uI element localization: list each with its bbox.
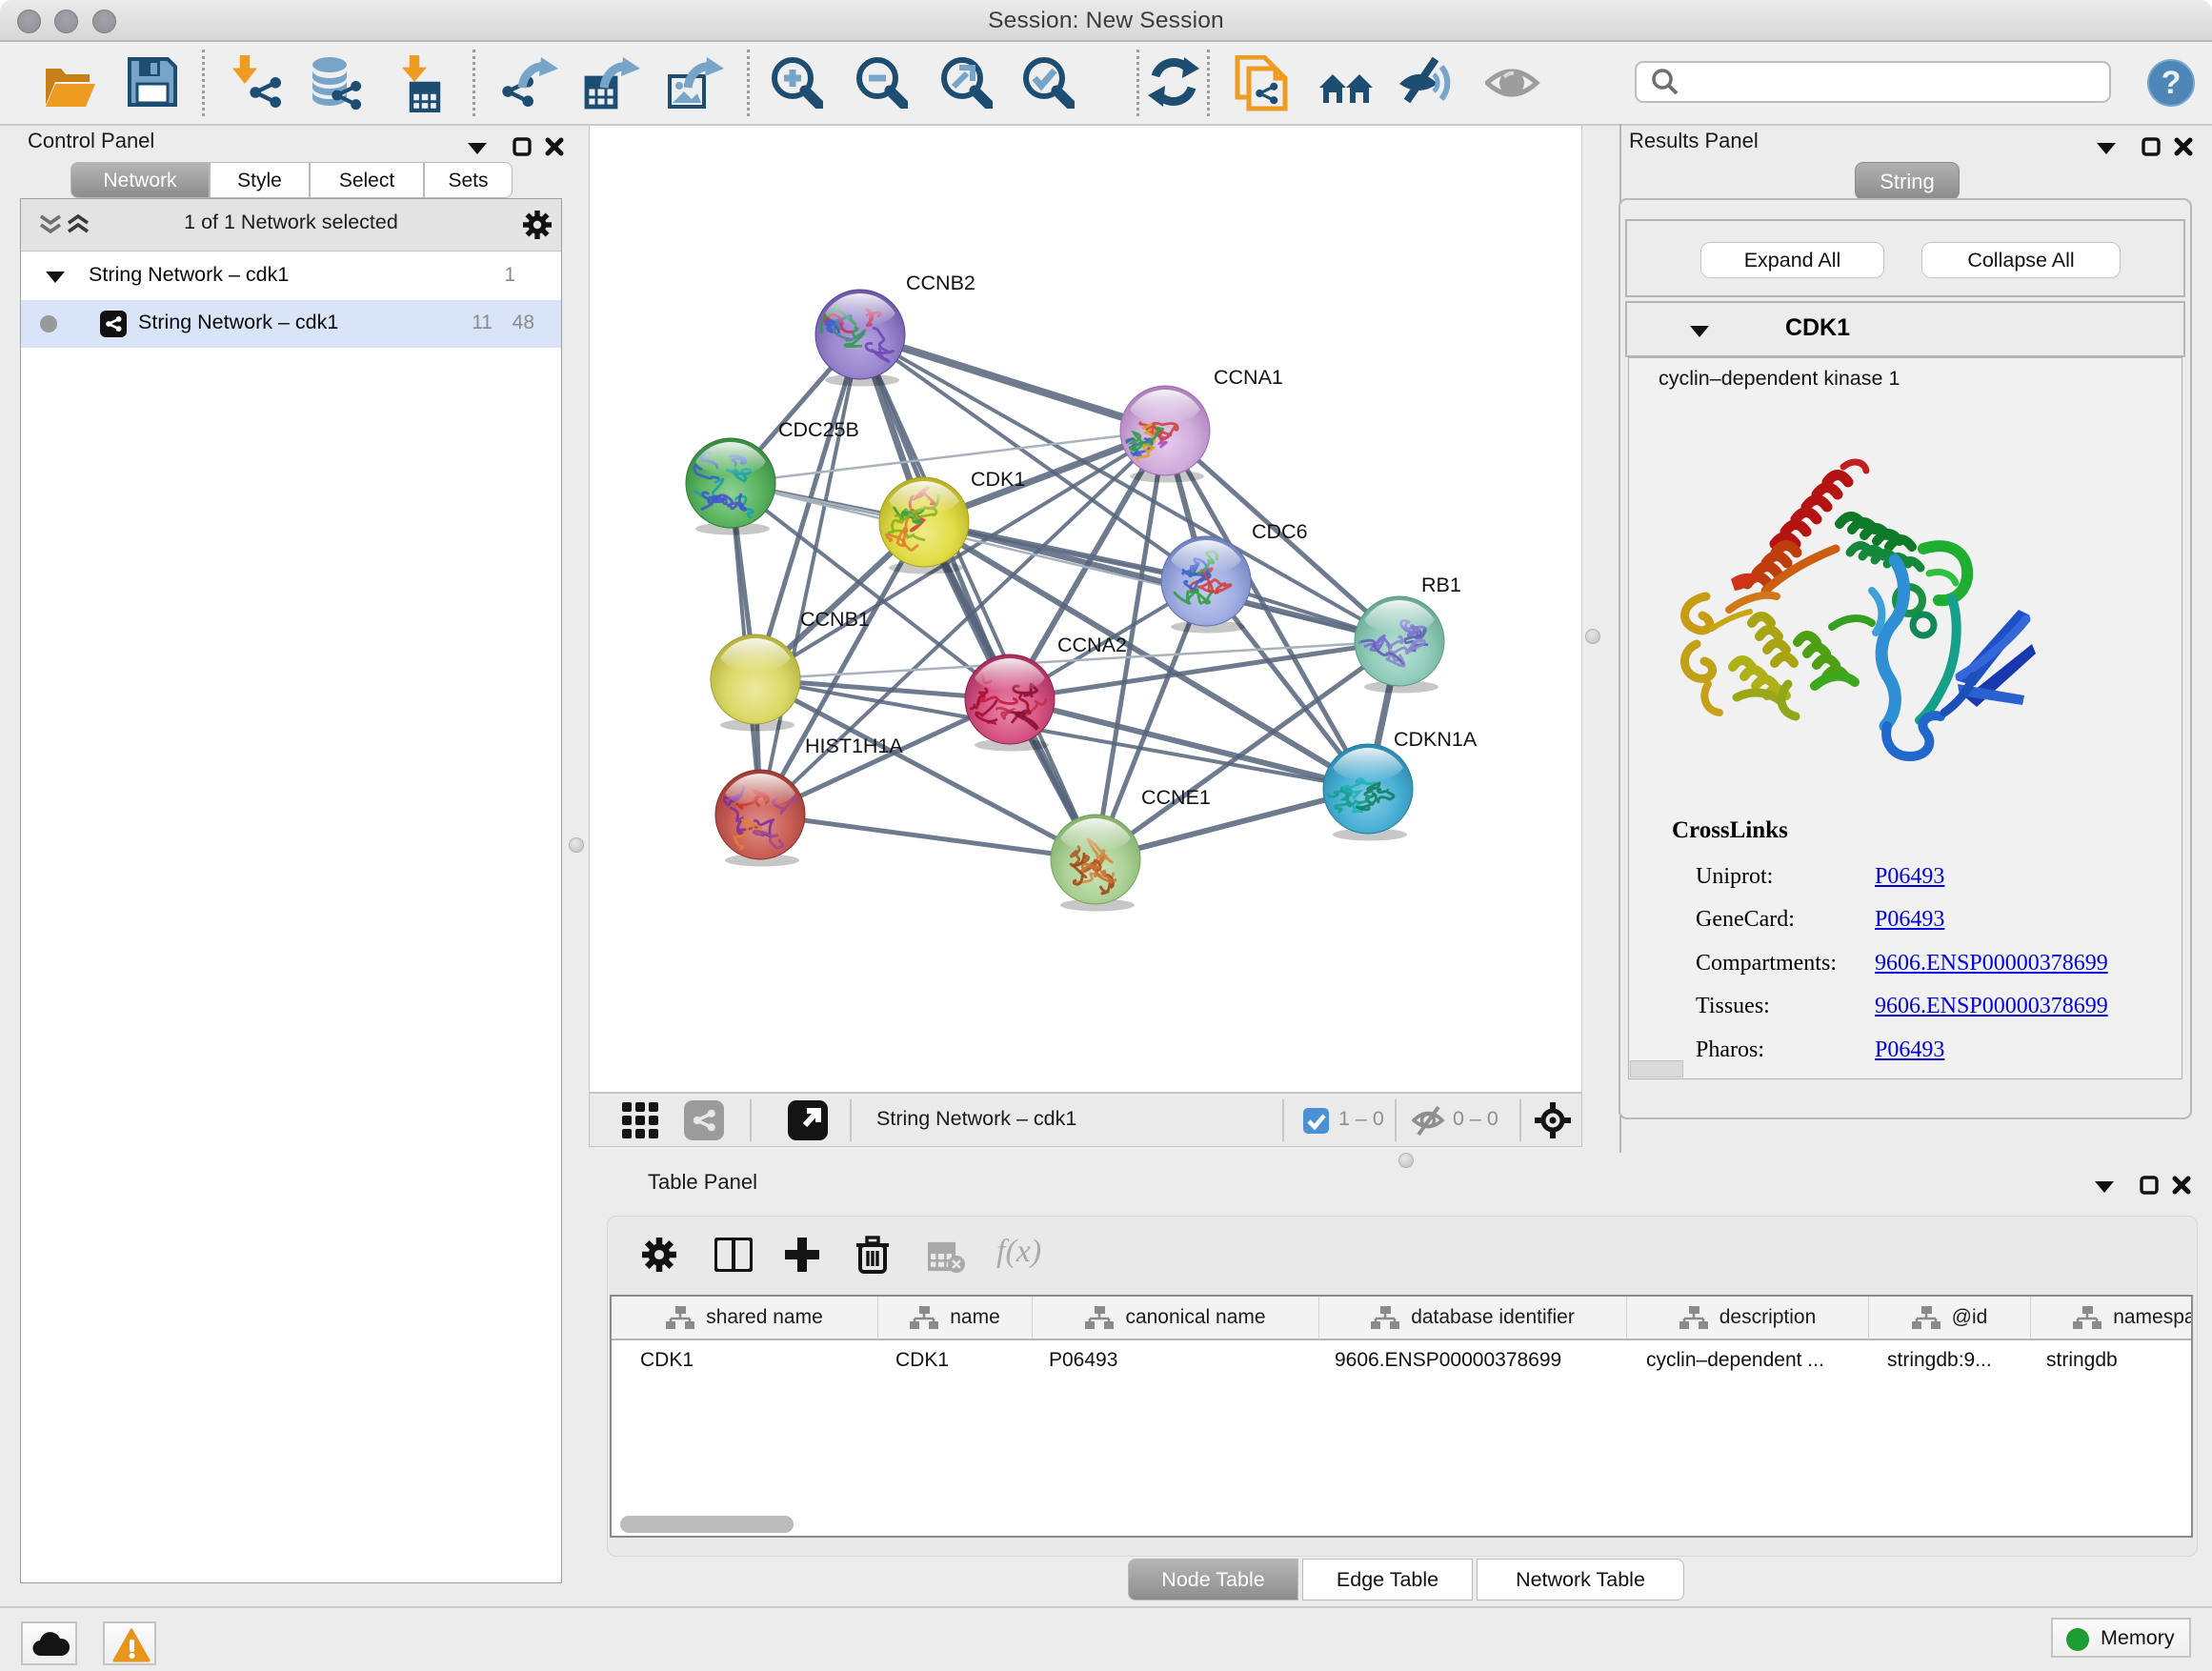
svg-text:HIST1H1A: HIST1H1A	[805, 735, 903, 757]
svg-text:CCNA2: CCNA2	[1057, 634, 1127, 656]
svg-text:CCNB2: CCNB2	[906, 272, 975, 294]
svg-text:CDK1: CDK1	[971, 468, 1025, 491]
svg-text:CDC6: CDC6	[1252, 520, 1308, 543]
svg-text:CDC25B: CDC25B	[778, 418, 859, 441]
svg-text:CCNB1: CCNB1	[800, 608, 870, 631]
svg-text:CDKN1A: CDKN1A	[1394, 728, 1478, 751]
svg-text:CCNA1: CCNA1	[1214, 366, 1283, 389]
svg-text:CCNE1: CCNE1	[1141, 786, 1211, 809]
svg-text:RB1: RB1	[1421, 574, 1461, 596]
